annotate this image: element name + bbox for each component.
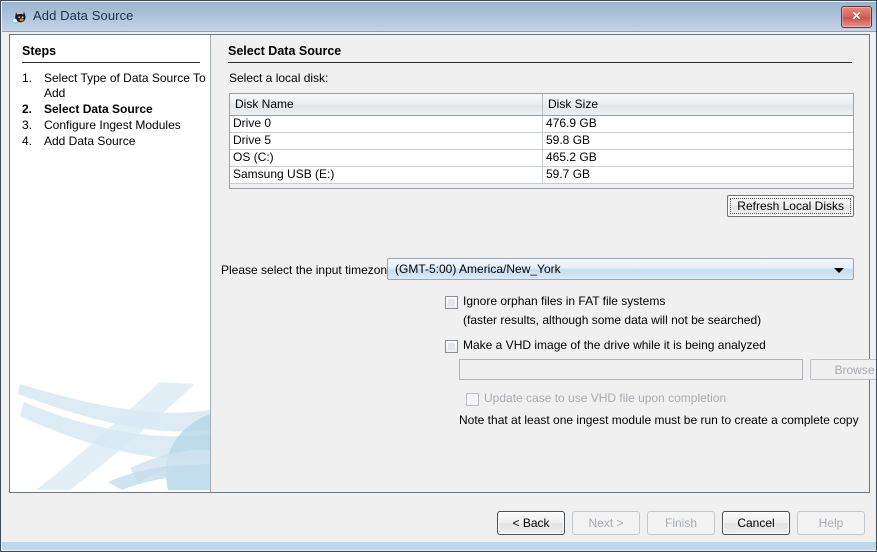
- close-icon: ✕: [842, 7, 871, 27]
- cell-disk-name: OS (C:): [230, 150, 543, 166]
- timezone-label: Please select the input timezone:: [221, 263, 397, 277]
- content-pane: Select Data Source Select a local disk: …: [211, 35, 869, 492]
- wizard-card: Steps 1. Select Type of Data Source To A…: [9, 34, 870, 493]
- column-header-disk-name[interactable]: Disk Name: [230, 94, 543, 115]
- table-row[interactable]: Drive 0 476.9 GB: [230, 116, 853, 133]
- refresh-local-disks-button[interactable]: Refresh Local Disks: [727, 195, 854, 217]
- ignore-orphan-files-note: (faster results, although some data will…: [463, 313, 761, 327]
- ingest-module-note: Note that at least one ingest module mus…: [459, 413, 859, 427]
- next-button[interactable]: Next >: [572, 511, 640, 535]
- update-case-vhd-checkbox[interactable]: [466, 393, 479, 406]
- step-item-3: 3. Configure Ingest Modules: [22, 118, 207, 133]
- cell-disk-size: 476.9 GB: [543, 116, 853, 132]
- step-item-1: 1. Select Type of Data Source To Add: [22, 71, 207, 101]
- make-vhd-image-label[interactable]: Make a VHD image of the drive while it i…: [463, 338, 766, 352]
- steps-heading: Steps: [22, 44, 56, 58]
- table-row[interactable]: Drive 5 59.8 GB: [230, 133, 853, 150]
- title-bar: Add Data Source ✕: [2, 2, 877, 32]
- table-row[interactable]: OS (C:) 465.2 GB: [230, 150, 853, 167]
- step-number: 3.: [22, 118, 44, 133]
- table-empty-area: [230, 184, 853, 189]
- disk-table[interactable]: Disk Name Disk Size Drive 0 476.9 GB Dri…: [229, 93, 854, 189]
- step-item-2: 2. Select Data Source: [22, 102, 207, 117]
- add-data-source-window: Add Data Source ✕ Steps 1. Select Type o…: [0, 0, 877, 552]
- column-header-disk-size[interactable]: Disk Size: [543, 94, 853, 115]
- step-number: 1.: [22, 71, 44, 101]
- step-label: Select Data Source: [44, 102, 207, 117]
- help-button[interactable]: Help: [797, 511, 865, 535]
- steps-divider: [22, 62, 200, 63]
- update-case-vhd-label: Update case to use VHD file upon complet…: [484, 391, 726, 405]
- back-button[interactable]: < Back: [497, 511, 565, 535]
- cell-disk-name: Samsung USB (E:): [230, 167, 543, 183]
- chevron-down-icon: [834, 268, 844, 273]
- table-header-row: Disk Name Disk Size: [230, 94, 853, 116]
- step-number: 2.: [22, 102, 44, 117]
- cell-disk-size: 465.2 GB: [543, 150, 853, 166]
- finish-button[interactable]: Finish: [647, 511, 715, 535]
- autopsy-logo-icon: [10, 8, 28, 26]
- page-title: Select Data Source: [228, 44, 341, 58]
- steps-list: 1. Select Type of Data Source To Add 2. …: [22, 71, 207, 150]
- make-vhd-image-checkbox[interactable]: [445, 340, 458, 353]
- cell-disk-size: 59.7 GB: [543, 167, 853, 183]
- cell-disk-name: Drive 0: [230, 116, 543, 132]
- cancel-button[interactable]: Cancel: [722, 511, 790, 535]
- timezone-selected-value: (GMT-5:00) America/New_York: [395, 262, 561, 276]
- timezone-select[interactable]: (GMT-5:00) America/New_York: [387, 258, 854, 280]
- window-title: Add Data Source: [33, 8, 134, 23]
- step-label: Select Type of Data Source To Add: [44, 71, 207, 101]
- step-item-4: 4. Add Data Source: [22, 134, 207, 149]
- cell-disk-size: 59.8 GB: [543, 133, 853, 149]
- window-accent-strip: [2, 542, 877, 550]
- vhd-path-input[interactable]: [459, 359, 803, 380]
- step-label: Add Data Source: [44, 134, 207, 149]
- steps-pane: Steps 1. Select Type of Data Source To A…: [10, 35, 211, 492]
- decorative-swoosh-graphic: [10, 372, 210, 492]
- ignore-orphan-files-label[interactable]: Ignore orphan files in FAT file systems: [463, 294, 665, 308]
- step-number: 4.: [22, 134, 44, 149]
- close-button[interactable]: ✕: [841, 6, 872, 28]
- browse-button[interactable]: Browse: [810, 359, 877, 380]
- table-row[interactable]: Samsung USB (E:) 59.7 GB: [230, 167, 853, 184]
- footer-button-row: < Back Next > Finish Cancel Help: [497, 511, 865, 535]
- ignore-orphan-files-checkbox[interactable]: [445, 296, 458, 309]
- step-label: Configure Ingest Modules: [44, 118, 207, 133]
- content-divider: [228, 62, 852, 63]
- cell-disk-name: Drive 5: [230, 133, 543, 149]
- select-disk-label: Select a local disk:: [229, 71, 328, 85]
